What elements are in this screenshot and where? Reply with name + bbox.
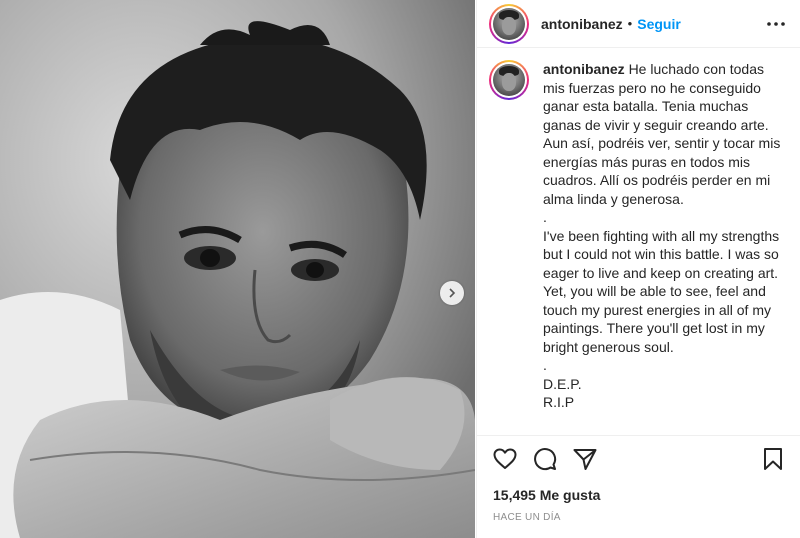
comment-button[interactable] bbox=[529, 443, 561, 475]
more-options-button[interactable] bbox=[764, 12, 788, 36]
caption-area: antonibanez He luchado con todas mis fue… bbox=[477, 48, 800, 436]
action-bar bbox=[489, 443, 789, 475]
caption-username[interactable]: antonibanez bbox=[543, 61, 625, 77]
avatar-image bbox=[493, 7, 525, 40]
bookmark-icon bbox=[764, 448, 782, 470]
caption-avatar-image bbox=[493, 64, 525, 96]
caption: antonibanez He luchado con todas mis fue… bbox=[543, 60, 788, 435]
send-icon bbox=[573, 449, 597, 470]
next-photo-button[interactable] bbox=[440, 281, 464, 305]
share-button[interactable] bbox=[569, 443, 601, 475]
header-username[interactable]: antonibanez bbox=[541, 16, 623, 32]
caption-english: I've been fighting with all my strengths… bbox=[543, 227, 780, 355]
save-button[interactable] bbox=[757, 443, 789, 475]
separator-dot: • bbox=[627, 16, 633, 31]
caption-dep: D.E.P. bbox=[543, 375, 582, 392]
chevron-right-icon bbox=[449, 288, 456, 298]
avatar[interactable] bbox=[489, 3, 529, 44]
likes-count[interactable]: 15,495 Me gusta bbox=[493, 487, 600, 503]
post-sidebar: antonibanez • Seguir antonibanez He luch… bbox=[476, 0, 800, 538]
caption-dot: . bbox=[543, 357, 547, 373]
follow-button[interactable]: Seguir bbox=[637, 16, 681, 32]
portrait-image bbox=[0, 0, 475, 538]
like-button[interactable] bbox=[489, 443, 521, 475]
heart-icon bbox=[493, 448, 517, 469]
post-header: antonibanez • Seguir bbox=[477, 0, 800, 48]
caption-avatar[interactable] bbox=[489, 60, 529, 100]
comment-icon bbox=[534, 448, 557, 471]
caption-rip: R.I.P bbox=[543, 394, 575, 410]
post-timestamp[interactable]: HACE UN DÍA bbox=[493, 512, 561, 523]
post-photo[interactable] bbox=[0, 0, 475, 538]
caption-spanish: He luchado con todas mis fuerzas pero no… bbox=[543, 61, 781, 207]
more-horizontal-icon bbox=[767, 21, 785, 26]
caption-dot: . bbox=[543, 209, 547, 225]
